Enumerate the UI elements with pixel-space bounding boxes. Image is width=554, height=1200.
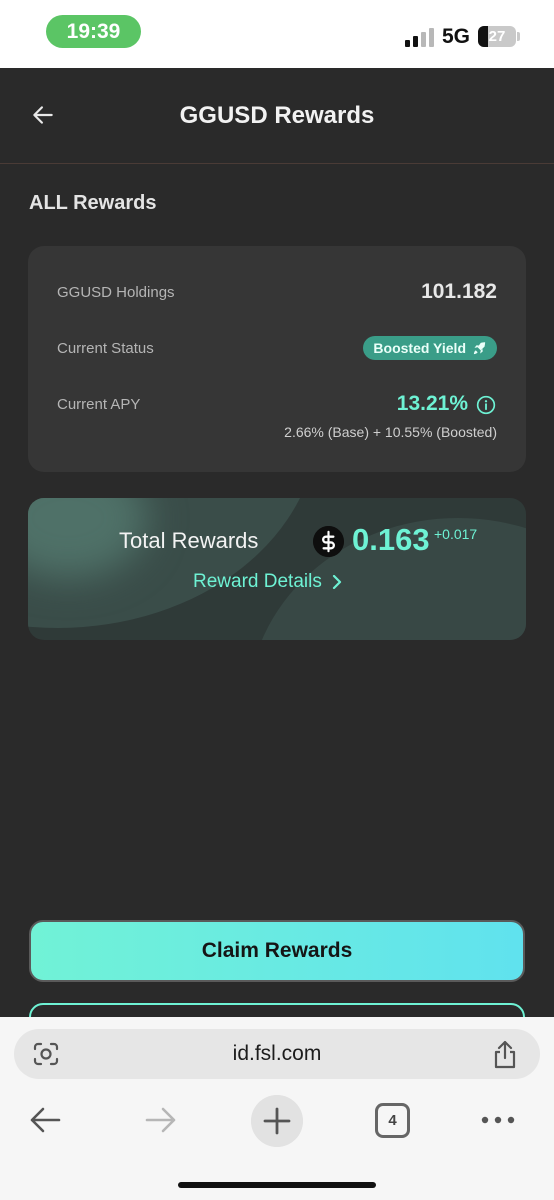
battery-level: 27 [488,28,506,45]
dollar-coin-icon [313,526,344,557]
status-bar: 19:39 5G 27 [0,0,554,68]
tab-count-button[interactable]: 4 [375,1103,410,1138]
battery-tip [517,32,520,41]
info-icon[interactable] [476,395,496,415]
total-rewards-amount: 0.163 [352,522,430,557]
browser-back-icon[interactable] [28,1105,62,1135]
status-label: Current Status [57,340,154,357]
holdings-value: 101.182 [421,280,497,303]
page-title: GGUSD Rewards [179,102,375,129]
browser-toolbar: id.fsl.com 4 [0,1017,554,1200]
network-type: 5G [442,25,471,48]
cellular-signal-icon [405,27,435,47]
total-rewards-card: Total Rewards 0.163 +0.017 Reward Detail… [28,498,526,640]
url-text: id.fsl.com [232,1042,322,1065]
battery-icon: 27 [478,26,516,47]
apy-breakdown: 2.66% (Base) + 10.55% (Boosted) [284,424,497,440]
holdings-card: GGUSD Holdings 101.182 Current Status Bo… [28,246,526,472]
apy-label: Current APY [57,396,141,413]
holdings-label: GGUSD Holdings [57,284,175,301]
address-bar[interactable]: id.fsl.com [14,1029,540,1079]
new-tab-icon[interactable] [251,1095,303,1147]
share-icon[interactable] [492,1039,518,1069]
chevron-right-icon [332,575,341,589]
rewards-delta: +0.017 [434,526,478,542]
app-header: GGUSD Rewards [0,68,554,164]
total-rewards-label: Total Rewards [119,528,259,553]
claim-rewards-button[interactable]: Claim Rewards [29,920,525,982]
reward-details-label: Reward Details [193,571,322,592]
more-menu-icon[interactable] [480,1113,516,1127]
section-title: ALL Rewards [29,192,157,214]
home-indicator [178,1182,376,1188]
browser-forward-icon[interactable] [144,1105,178,1135]
apy-value: 13.21% [396,392,468,415]
rocket-icon [473,341,486,354]
status-time: 19:39 [46,15,141,48]
status-badge: Boosted Yield [363,336,497,360]
status-badge-text: Boosted Yield [373,340,466,356]
reward-details-link[interactable]: Reward Details [193,571,342,593]
